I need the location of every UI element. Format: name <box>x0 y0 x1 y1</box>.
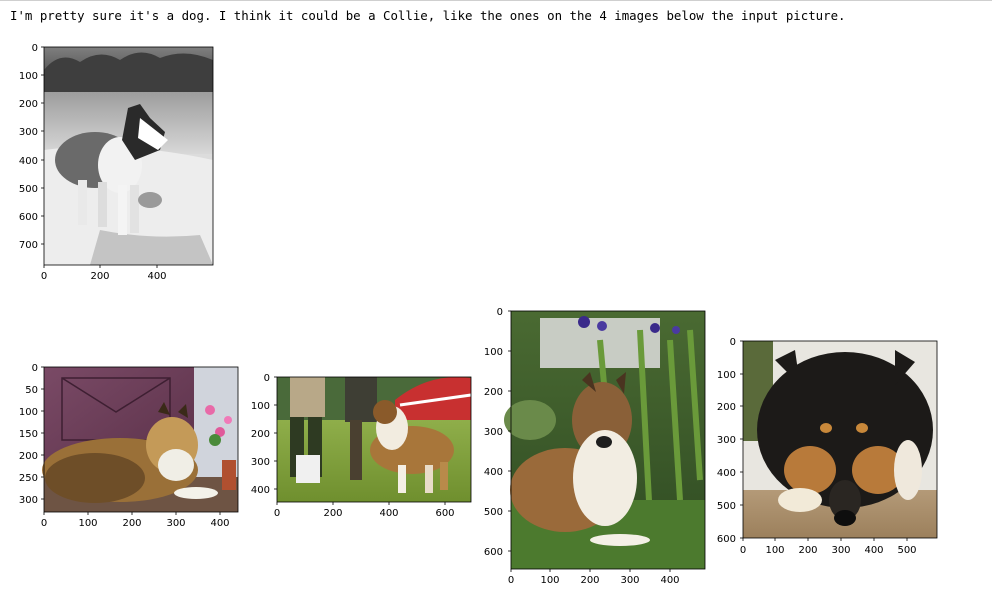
collie-4-y-axis: 0 100 200 300 400 500 600 <box>717 337 743 545</box>
tick-label: 200 <box>484 387 503 398</box>
tick-label: 100 <box>717 370 736 381</box>
tick-label: 400 <box>484 467 503 478</box>
input-picture-image <box>44 47 213 265</box>
tick-label: 0 <box>264 373 270 384</box>
input-picture-x-axis: 0 200 400 <box>41 265 167 282</box>
tick-label: 500 <box>484 507 503 518</box>
collie-3-x-axis: 0 100 200 300 400 <box>508 569 680 586</box>
collie-3-figure: 0 100 200 300 400 500 600 0 100 200 300 … <box>484 307 706 586</box>
tick-label: 200 <box>90 271 109 282</box>
input-picture-y-axis: 0 100 200 300 400 500 600 700 <box>19 43 44 251</box>
tick-label: 300 <box>831 545 850 556</box>
tick-label: 600 <box>435 508 454 519</box>
tick-label: 200 <box>323 508 342 519</box>
tick-label: 200 <box>580 575 599 586</box>
tick-label: 50 <box>25 385 38 396</box>
tick-label: 0 <box>274 508 280 519</box>
tick-label: 200 <box>19 451 38 462</box>
collie-4-x-axis: 0 100 200 300 400 500 <box>740 538 917 556</box>
tick-label: 400 <box>210 518 229 529</box>
tick-label: 0 <box>41 518 47 529</box>
tick-label: 300 <box>717 435 736 446</box>
tick-label: 300 <box>484 427 503 438</box>
collie-2-y-axis: 0 100 200 300 400 <box>251 373 277 496</box>
tick-label: 150 <box>19 429 38 440</box>
tick-label: 0 <box>32 363 38 374</box>
tick-label: 600 <box>484 547 503 558</box>
tick-label: 200 <box>717 402 736 413</box>
collie-1-x-axis: 0 100 200 300 400 <box>41 512 230 529</box>
tick-label: 200 <box>122 518 141 529</box>
figures-canvas: 0 100 200 300 400 500 600 700 0 200 400 <box>19 43 938 586</box>
tick-label: 0 <box>32 43 38 54</box>
tick-label: 100 <box>19 71 38 82</box>
tick-label: 100 <box>540 575 559 586</box>
tick-label: 0 <box>508 575 514 586</box>
tick-label: 400 <box>251 485 270 496</box>
collie-3-image <box>504 311 705 569</box>
tick-label: 300 <box>19 495 38 506</box>
tick-label: 200 <box>251 429 270 440</box>
tick-label: 0 <box>41 271 47 282</box>
tick-label: 200 <box>798 545 817 556</box>
tick-label: 0 <box>730 337 736 348</box>
input-picture-figure: 0 100 200 300 400 500 600 700 0 200 400 <box>19 43 214 282</box>
tick-label: 400 <box>147 271 166 282</box>
tick-label: 250 <box>19 473 38 484</box>
collie-1-y-axis: 0 50 100 150 200 250 300 <box>19 363 44 506</box>
tick-label: 100 <box>251 401 270 412</box>
tick-label: 600 <box>717 534 736 545</box>
tick-label: 400 <box>717 468 736 479</box>
tick-label: 0 <box>497 307 503 318</box>
tick-label: 400 <box>660 575 679 586</box>
tick-label: 100 <box>78 518 97 529</box>
tick-label: 400 <box>864 545 883 556</box>
tick-label: 300 <box>166 518 185 529</box>
tick-label: 100 <box>484 347 503 358</box>
collie-1-figure: 0 50 100 150 200 250 300 0 100 200 300 4… <box>19 363 239 529</box>
collie-4-image <box>743 341 937 538</box>
tick-label: 500 <box>717 501 736 512</box>
tick-label: 300 <box>251 457 270 468</box>
tick-label: 300 <box>19 127 38 138</box>
collie-2-image <box>277 376 472 502</box>
collie-2-figure: 0 100 200 300 400 0 200 400 600 <box>251 373 472 519</box>
tick-label: 100 <box>19 407 38 418</box>
collie-2-x-axis: 0 200 400 600 <box>274 502 455 519</box>
tick-label: 300 <box>620 575 639 586</box>
tick-label: 0 <box>740 545 746 556</box>
tick-label: 400 <box>19 156 38 167</box>
collie-3-y-axis: 0 100 200 300 400 500 600 <box>484 307 511 558</box>
collie-4-figure: 0 100 200 300 400 500 600 0 100 200 300 … <box>717 337 938 556</box>
tick-label: 600 <box>19 212 38 223</box>
tick-label: 100 <box>765 545 784 556</box>
tick-label: 500 <box>19 184 38 195</box>
tick-label: 700 <box>19 240 38 251</box>
tick-label: 500 <box>897 545 916 556</box>
tick-label: 200 <box>19 99 38 110</box>
collie-1-image <box>42 367 238 512</box>
tick-label: 400 <box>379 508 398 519</box>
